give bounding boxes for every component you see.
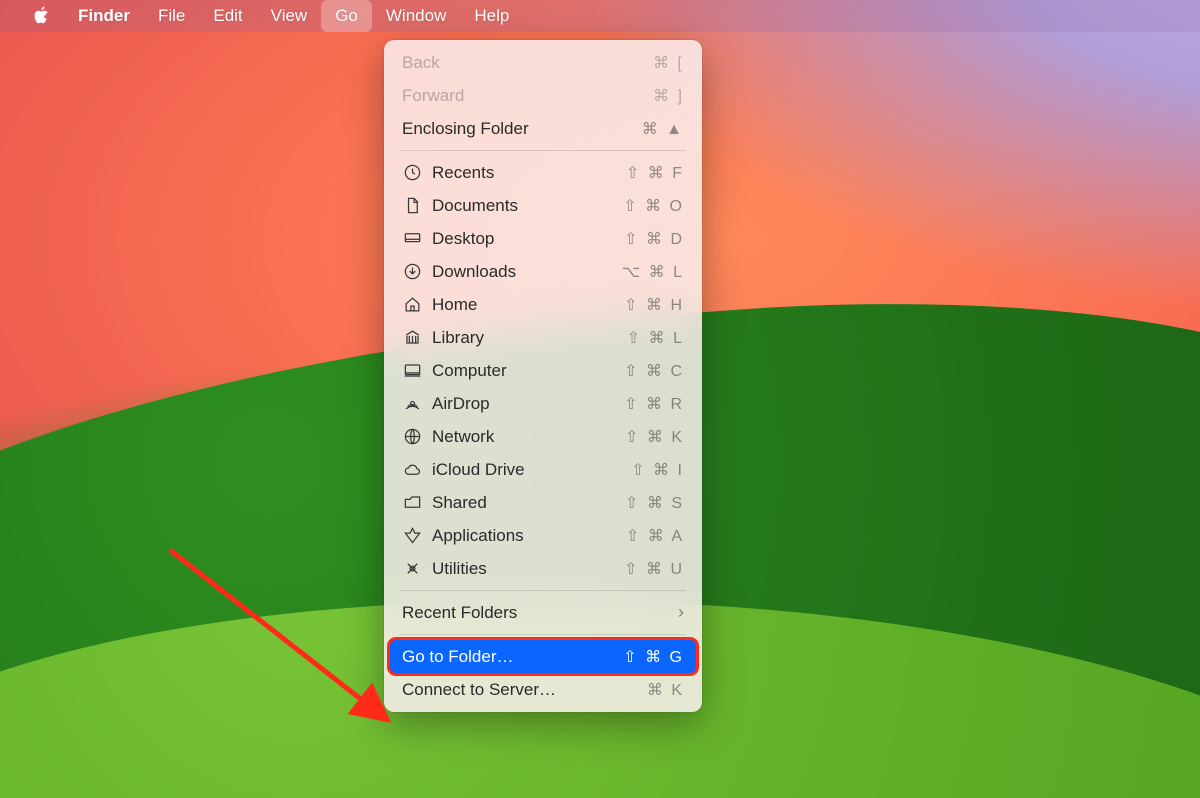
- menu-item-downloads[interactable]: Downloads ⌥ ⌘ L: [390, 255, 696, 288]
- menu-item-shortcut: ⇧ ⌘ S: [614, 493, 684, 513]
- menu-bar: Finder File Edit View Go Window Help: [0, 0, 1200, 32]
- menu-item-desktop[interactable]: Desktop ⇧ ⌘ D: [390, 222, 696, 255]
- menu-item-shared[interactable]: Shared ⇧ ⌘ S: [390, 486, 696, 519]
- menu-item-label: Shared: [432, 493, 604, 513]
- menu-item-shortcut: ⇧ ⌘ I: [614, 460, 684, 480]
- menu-item-shortcut: ⇧ ⌘ A: [614, 526, 684, 546]
- desktop-icon: [402, 229, 422, 249]
- menu-item-label: Home: [432, 295, 604, 315]
- menu-item-shortcut: ⇧ ⌘ R: [614, 394, 684, 414]
- menu-item-label: Network: [432, 427, 604, 447]
- menu-window[interactable]: Window: [372, 0, 460, 32]
- menu-item-shortcut: ⇧ ⌘ U: [614, 559, 684, 579]
- menu-item-label: Back: [402, 53, 604, 73]
- menu-item-shortcut: ⇧ ⌘ L: [614, 328, 684, 348]
- go-menu-dropdown: Back ⌘ [ Forward ⌘ ] Enclosing Folder ⌘ …: [384, 40, 702, 712]
- home-icon: [402, 295, 422, 315]
- menu-item-shortcut: ⇧ ⌘ D: [614, 229, 684, 249]
- menu-item-home[interactable]: Home ⇧ ⌘ H: [390, 288, 696, 321]
- menu-item-shortcut: ⇧ ⌘ H: [614, 295, 684, 315]
- menu-item-connect-to-server[interactable]: Connect to Server… ⌘ K: [390, 673, 696, 706]
- menu-item-documents[interactable]: Documents ⇧ ⌘ O: [390, 189, 696, 222]
- library-icon: [402, 328, 422, 348]
- menu-item-shortcut: ⌘ K: [614, 680, 684, 700]
- apple-menu[interactable]: [18, 0, 64, 32]
- download-icon: [402, 262, 422, 282]
- utilities-icon: [402, 559, 422, 579]
- menu-item-label: Recent Folders: [402, 603, 668, 623]
- menu-item-label: Go to Folder…: [402, 647, 604, 667]
- app-name-menu[interactable]: Finder: [64, 0, 144, 32]
- menu-item-label: Desktop: [432, 229, 604, 249]
- menu-item-forward: Forward ⌘ ]: [390, 79, 696, 112]
- menu-item-back: Back ⌘ [: [390, 46, 696, 79]
- menu-item-label: Applications: [432, 526, 604, 546]
- menu-item-shortcut: ⇧ ⌘ F: [614, 163, 684, 183]
- menu-item-recent-folders[interactable]: Recent Folders ›: [390, 596, 696, 629]
- menu-item-shortcut: ⌘ ]: [614, 86, 684, 106]
- menu-item-icloud[interactable]: iCloud Drive ⇧ ⌘ I: [390, 453, 696, 486]
- cloud-icon: [402, 460, 422, 480]
- menu-item-label: Forward: [402, 86, 604, 106]
- clock-icon: [402, 163, 422, 183]
- menu-item-shortcut: ⇧ ⌘ O: [614, 196, 684, 216]
- menu-edit[interactable]: Edit: [199, 0, 256, 32]
- menu-separator: [400, 634, 686, 635]
- network-icon: [402, 427, 422, 447]
- menu-item-label: Computer: [432, 361, 604, 381]
- menu-item-recents[interactable]: Recents ⇧ ⌘ F: [390, 156, 696, 189]
- menu-item-label: Utilities: [432, 559, 604, 579]
- menu-help[interactable]: Help: [460, 0, 523, 32]
- menu-item-label: Library: [432, 328, 604, 348]
- menu-item-utilities[interactable]: Utilities ⇧ ⌘ U: [390, 552, 696, 585]
- menu-item-shortcut: ⇧ ⌘ G: [614, 647, 684, 667]
- document-icon: [402, 196, 422, 216]
- computer-icon: [402, 361, 422, 381]
- menu-item-shortcut: ⌘ ▲: [614, 119, 684, 139]
- menu-item-label: iCloud Drive: [432, 460, 604, 480]
- menu-item-network[interactable]: Network ⇧ ⌘ K: [390, 420, 696, 453]
- menu-item-computer[interactable]: Computer ⇧ ⌘ C: [390, 354, 696, 387]
- menu-item-label: AirDrop: [432, 394, 604, 414]
- menu-item-label: Enclosing Folder: [402, 119, 604, 139]
- menu-item-enclosing-folder[interactable]: Enclosing Folder ⌘ ▲: [390, 112, 696, 145]
- menu-item-label: Downloads: [432, 262, 604, 282]
- desktop: Finder File Edit View Go Window Help Bac…: [0, 0, 1200, 798]
- menu-item-shortcut: ⌥ ⌘ L: [614, 262, 684, 282]
- menu-item-label: Documents: [432, 196, 604, 216]
- menu-item-label: Connect to Server…: [402, 680, 604, 700]
- menu-item-library[interactable]: Library ⇧ ⌘ L: [390, 321, 696, 354]
- menu-view[interactable]: View: [257, 0, 322, 32]
- menu-item-shortcut: ⌘ [: [614, 53, 684, 73]
- menu-go[interactable]: Go: [321, 0, 372, 32]
- chevron-right-icon: ›: [678, 602, 684, 623]
- menu-item-label: Recents: [432, 163, 604, 183]
- menu-item-go-to-folder[interactable]: Go to Folder… ⇧ ⌘ G: [390, 640, 696, 673]
- airdrop-icon: [402, 394, 422, 414]
- menu-separator: [400, 590, 686, 591]
- menu-item-airdrop[interactable]: AirDrop ⇧ ⌘ R: [390, 387, 696, 420]
- applications-icon: [402, 526, 422, 546]
- menu-item-shortcut: ⇧ ⌘ C: [614, 361, 684, 381]
- shared-icon: [402, 493, 422, 513]
- menu-separator: [400, 150, 686, 151]
- menu-file[interactable]: File: [144, 0, 199, 32]
- menu-item-applications[interactable]: Applications ⇧ ⌘ A: [390, 519, 696, 552]
- menu-item-shortcut: ⇧ ⌘ K: [614, 427, 684, 447]
